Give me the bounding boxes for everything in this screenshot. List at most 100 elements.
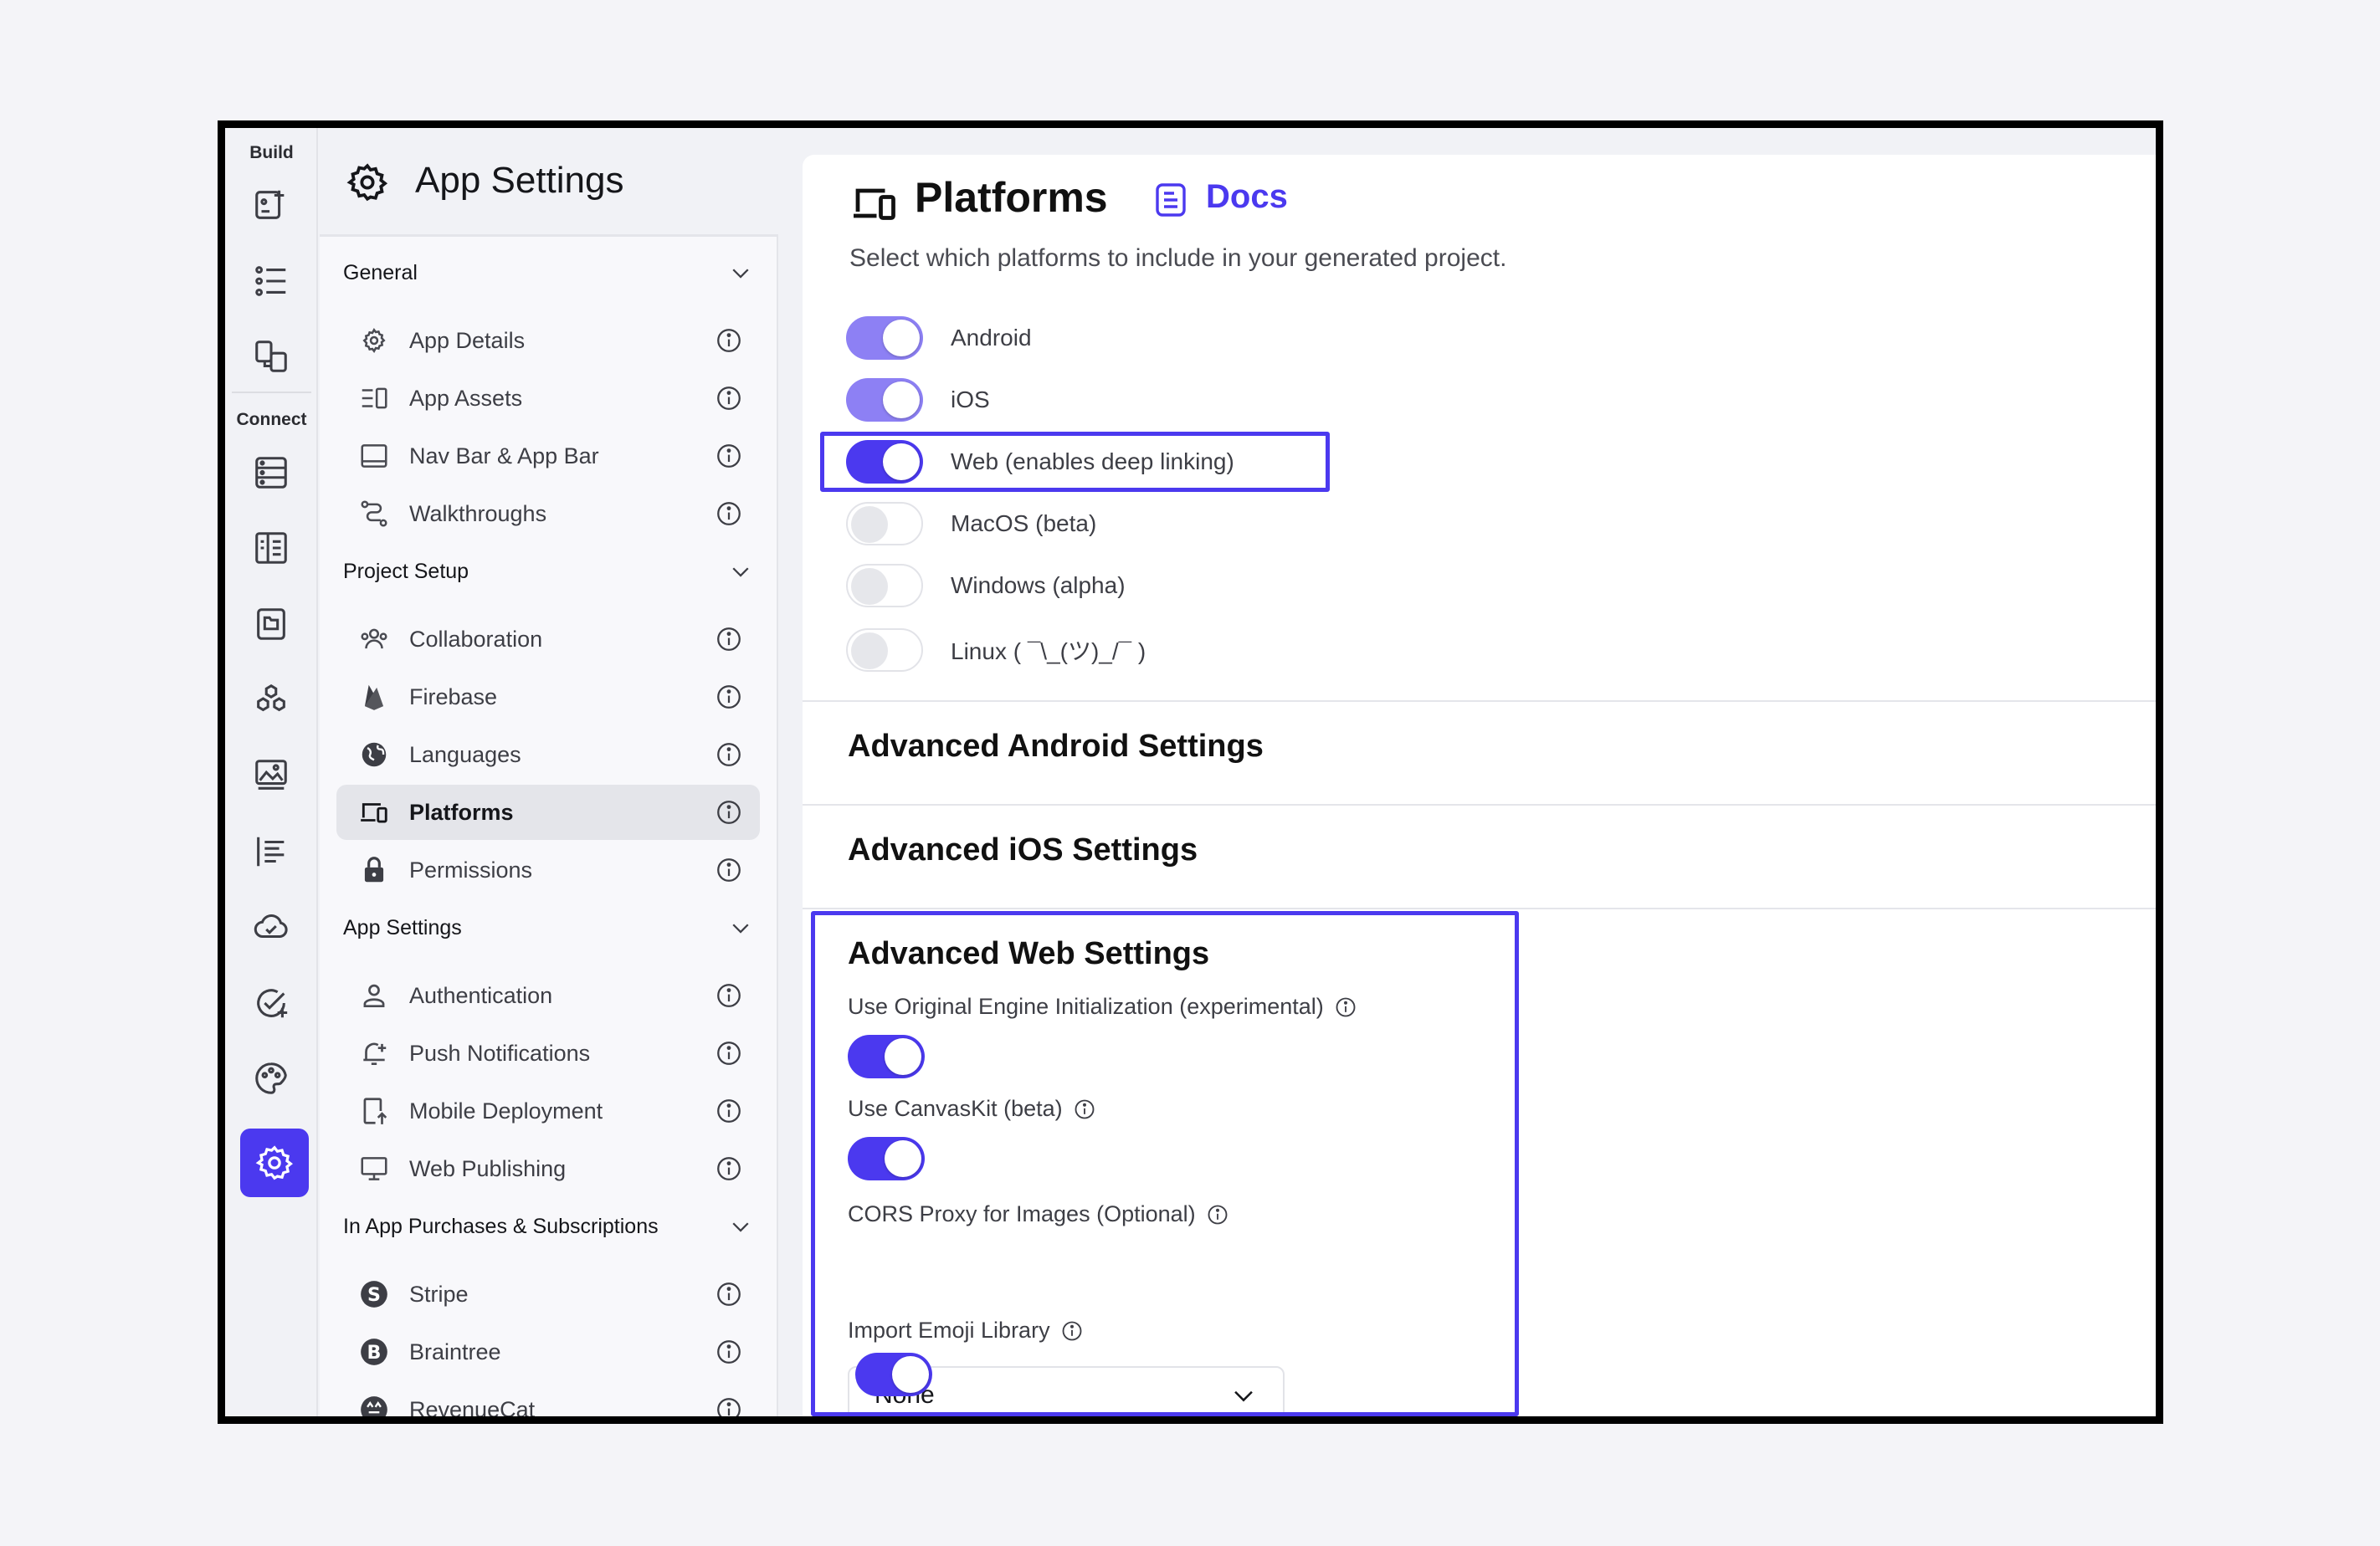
rail-divider — [232, 392, 311, 393]
lock-icon — [357, 853, 391, 887]
storyboard-icon[interactable] — [248, 333, 295, 380]
group-general[interactable]: General — [343, 252, 753, 294]
nav-item-label: App Assets — [409, 385, 523, 411]
revenuecat-icon — [357, 1393, 391, 1416]
toggle-label: Linux ( ¯\_(ツ)_/¯ ) — [951, 638, 1146, 664]
info-icon[interactable] — [715, 1097, 743, 1125]
cloud-check-icon[interactable] — [248, 904, 295, 950]
info-icon[interactable] — [715, 981, 743, 1010]
info-icon[interactable] — [715, 326, 743, 355]
nav-item-push-notifications[interactable]: Push Notifications — [336, 1026, 760, 1081]
macos-toggle[interactable] — [846, 502, 923, 545]
assets-icon — [357, 381, 391, 415]
nav-item-label: Nav Bar & App Bar — [409, 443, 599, 468]
nav-item-collaboration[interactable]: Collaboration — [336, 612, 760, 667]
info-icon[interactable] — [715, 625, 743, 653]
check-add-icon[interactable] — [248, 980, 295, 1026]
database-icon[interactable] — [248, 449, 295, 496]
data-types-icon[interactable] — [248, 525, 295, 571]
media-icon[interactable] — [248, 752, 295, 799]
advanced-android-header[interactable]: Advanced Android Settings — [848, 729, 1264, 765]
nav-item-mobile-deployment[interactable]: Mobile Deployment — [336, 1083, 760, 1139]
linux-toggle[interactable] — [846, 628, 923, 672]
info-icon[interactable] — [715, 499, 743, 528]
info-icon[interactable] — [715, 1154, 743, 1183]
info-icon[interactable] — [715, 1395, 743, 1424]
nav-item-label: Permissions — [409, 857, 533, 883]
nav-item-label: Collaboration — [409, 626, 543, 652]
nav-item-label: Authentication — [409, 982, 553, 1008]
navbar-icon — [357, 439, 391, 473]
route-icon — [357, 497, 391, 530]
info-icon[interactable] — [715, 683, 743, 711]
info-icon[interactable] — [715, 384, 743, 412]
mobile-upload-icon — [357, 1094, 391, 1128]
nav-item-firebase[interactable]: Firebase — [336, 669, 760, 724]
info-icon[interactable] — [715, 1039, 743, 1067]
devices-icon — [357, 796, 391, 829]
info-icon[interactable] — [715, 740, 743, 769]
nav-panel: General App Details App Assets Nav Bar &… — [320, 234, 778, 1416]
chevron-down-icon — [732, 269, 749, 279]
integrations-icon[interactable] — [248, 677, 295, 724]
devices-icon — [854, 188, 895, 220]
assets-folder-icon[interactable] — [248, 601, 295, 648]
nav-item-platforms[interactable]: Platforms — [336, 785, 760, 840]
nav-item-walkthroughs[interactable]: Walkthroughs — [336, 486, 760, 541]
nav-item-authentication[interactable]: Authentication — [336, 968, 760, 1023]
nav-item-stripe[interactable]: S Stripe — [336, 1267, 760, 1322]
section-divider — [803, 700, 2156, 702]
group-in-app-purchases[interactable]: In App Purchases & Subscriptions — [343, 1206, 753, 1247]
info-icon[interactable] — [715, 442, 743, 470]
people-icon — [357, 622, 391, 656]
ios-toggle[interactable] — [846, 378, 923, 422]
advanced-ios-header[interactable]: Advanced iOS Settings — [848, 832, 1198, 868]
nav-item-languages[interactable]: Languages — [336, 727, 760, 782]
nav-item-label: Firebase — [409, 683, 498, 709]
nav-item-nav-bar[interactable]: Nav Bar & App Bar — [336, 428, 760, 484]
nav-item-permissions[interactable]: Permissions — [336, 842, 760, 898]
group-label: In App Purchases & Subscriptions — [343, 1214, 659, 1238]
nav-item-label: Web Publishing — [409, 1155, 567, 1181]
nav-item-web-publishing[interactable]: Web Publishing — [336, 1141, 760, 1196]
nav-item-app-details[interactable]: App Details — [336, 313, 760, 368]
rail-connect-label: Connect — [236, 410, 307, 429]
docs-icon[interactable] — [1151, 180, 1191, 220]
nav-item-label: Push Notifications — [409, 1040, 591, 1066]
chevron-down-icon — [732, 924, 749, 934]
group-app-settings[interactable]: App Settings — [343, 907, 753, 949]
nav-item-revenuecat[interactable]: RevenueCat — [336, 1382, 760, 1424]
nav-item-label: Braintree — [409, 1339, 501, 1364]
emoji-library-toggle[interactable] — [855, 1353, 932, 1396]
settings-gear-icon[interactable] — [240, 1129, 309, 1197]
docs-link[interactable]: Docs — [1206, 178, 1288, 216]
stripe-icon: S — [357, 1277, 391, 1311]
platform-row-linux: Linux ( ¯\_(ツ)_/¯ ) — [846, 627, 1146, 673]
text-align-icon[interactable] — [248, 828, 295, 875]
info-icon[interactable] — [715, 798, 743, 827]
web-highlight-box — [820, 432, 1330, 492]
section-divider — [803, 908, 2156, 909]
nav-item-label: App Details — [409, 327, 526, 353]
nav-title: App Settings — [415, 160, 624, 201]
nav-item-app-assets[interactable]: App Assets — [336, 371, 760, 426]
windows-toggle[interactable] — [846, 564, 923, 607]
android-toggle[interactable] — [846, 316, 923, 360]
group-project-setup[interactable]: Project Setup — [343, 550, 753, 592]
info-icon[interactable] — [715, 1280, 743, 1308]
toggle-label: iOS — [951, 386, 990, 412]
group-label: App Settings — [343, 915, 462, 939]
nav-item-label: RevenueCat — [409, 1396, 536, 1422]
bell-icon — [357, 1037, 391, 1070]
info-icon[interactable] — [715, 1338, 743, 1366]
widget-tree-icon[interactable] — [248, 258, 295, 305]
add-widget-icon[interactable] — [248, 182, 295, 228]
theme-palette-icon[interactable] — [248, 1055, 295, 1102]
info-icon[interactable] — [715, 856, 743, 884]
platform-row-macos: MacOS (beta) — [846, 500, 1096, 547]
nav-item-braintree[interactable]: B Braintree — [336, 1324, 760, 1380]
monitor-icon — [357, 1152, 391, 1185]
svg-text:B: B — [367, 1342, 382, 1364]
group-label: Project Setup — [343, 559, 469, 583]
section-divider — [803, 804, 2156, 806]
